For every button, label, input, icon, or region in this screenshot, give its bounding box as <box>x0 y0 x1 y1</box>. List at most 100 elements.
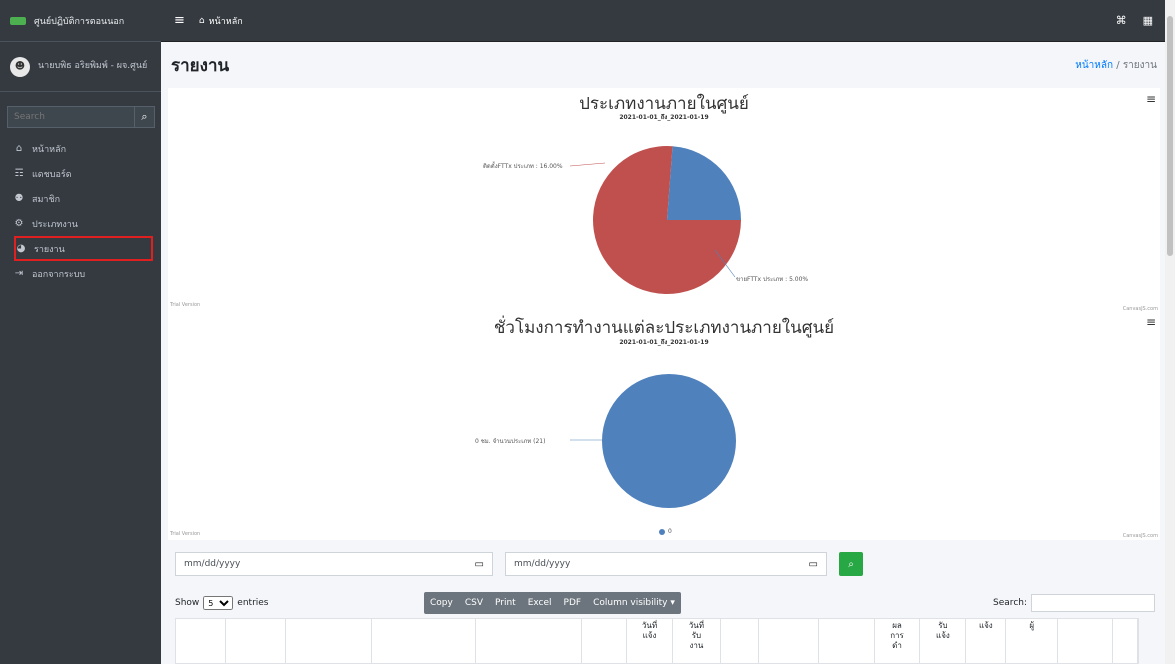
csv-button[interactable]: CSV <box>459 592 489 614</box>
calendar-icon[interactable]: ▭ <box>809 559 818 570</box>
table-header-cell[interactable] <box>476 619 583 663</box>
page-title: รายงาน <box>171 55 230 76</box>
show-label: Show <box>175 598 200 608</box>
pie-label: ติดตั้งFTTx ประเภท : 16.00% <box>483 163 563 170</box>
pie-chart <box>569 145 741 294</box>
credit-label[interactable]: CanvasJS.com <box>1123 533 1158 539</box>
pie-label: ขายFTTx ประเภท : 5.00% <box>736 276 809 283</box>
end-date-placeholder: mm/dd/yyyy <box>514 559 571 569</box>
pie-slice[interactable] <box>602 374 736 508</box>
trial-label: Trial Version <box>170 531 201 537</box>
search-icon: ⌕ <box>848 558 854 570</box>
data-table-header: วันที่ แจ้ง วันที่ รับ งาน ผล การ ดำ รับ แจ้ง แจ้ง… <box>175 618 1139 664</box>
search-label: Search: <box>993 598 1027 608</box>
sign-out-icon: ⇥ <box>14 268 24 279</box>
sidebar-item-label: รายงาน <box>34 244 65 255</box>
copy-button[interactable]: Copy <box>424 592 459 614</box>
table-header-cell[interactable]: รับ แจ้ง <box>920 619 967 663</box>
print-button[interactable]: Print <box>489 592 522 614</box>
pdf-button[interactable]: PDF <box>558 592 588 614</box>
table-header-cell[interactable]: แจ้ง <box>966 619 1007 663</box>
chart-area-icon: ☶ <box>14 168 24 179</box>
start-date-placeholder: mm/dd/yyyy <box>184 559 241 569</box>
sidebar-search-input[interactable] <box>8 107 134 127</box>
top-home-link[interactable]: ⌂ หน้าหลัก <box>199 14 243 28</box>
breadcrumb: หน้าหลัก / รายงาน <box>1075 58 1157 73</box>
table-header-cell[interactable] <box>226 619 286 663</box>
table-search: Search: <box>993 594 1155 612</box>
pie-slice[interactable] <box>667 146 741 220</box>
table-header-cell[interactable] <box>721 619 759 663</box>
sidebar-item-home[interactable]: ⌂ หน้าหลัก <box>0 136 161 161</box>
scrollbar[interactable] <box>1165 0 1175 664</box>
excel-button[interactable]: Excel <box>522 592 558 614</box>
brand-logo <box>10 16 26 25</box>
table-header-cell[interactable]: วันที่ แจ้ง <box>627 619 673 663</box>
brand[interactable]: ศูนย์ปฏิบัติการตอนนอก <box>0 0 161 42</box>
page-length-select[interactable]: 5 <box>203 596 234 610</box>
scroll-thumb[interactable] <box>1167 16 1173 256</box>
chart-card: ประเภทงานภายในศูนย์ 2021-01-01_ถึง_2021-… <box>168 88 1160 540</box>
table-header-cell[interactable] <box>286 619 372 663</box>
chart-work-hours: ชั่วโมงการทำงานแต่ละประเภทงานภายในศูนย์ … <box>168 310 1160 540</box>
sidebar-search: ⌕ <box>7 106 155 128</box>
search-icon[interactable]: ⌕ <box>134 107 154 127</box>
sidebar-item-label: ออกจากระบบ <box>32 269 86 280</box>
table-header-cell[interactable] <box>759 619 819 663</box>
chart-pie-icon: ◕ <box>16 243 26 254</box>
content-header: รายงาน หน้าหลัก / รายงาน <box>161 42 1165 88</box>
brand-name: ศูนย์ปฏิบัติการตอนนอก <box>34 16 125 27</box>
table-header-cell[interactable] <box>372 619 477 663</box>
table-header-cell[interactable]: ผู้ <box>1006 619 1059 663</box>
breadcrumb-current: รายงาน <box>1122 59 1157 71</box>
end-date-field[interactable]: mm/dd/yyyy ▭ <box>505 552 827 576</box>
pie-label: 0 ชม. จำนวนประเภท (21) <box>475 438 546 445</box>
cogs-icon: ⚙ <box>14 218 24 229</box>
calendar-icon[interactable]: ▭ <box>475 559 484 570</box>
chart-job-types: ประเภทงานภายในศูนย์ 2021-01-01_ถึง_2021-… <box>168 88 1160 312</box>
start-date-field[interactable]: mm/dd/yyyy ▭ <box>175 552 493 576</box>
user-panel[interactable]: ☻ นายบพิธ อริยพิมพ์ - ผจ.ศูนย์ <box>0 42 161 92</box>
sidebar-item-dashboard[interactable]: ☶ แดชบอร์ด <box>0 161 161 186</box>
column-visibility-button[interactable]: Column visibility ▾ <box>587 592 681 614</box>
sidebar-item-label: สมาชิก <box>32 194 61 205</box>
table-header-cell[interactable] <box>1058 619 1114 663</box>
sidebar: ศูนย์ปฏิบัติการตอนนอก ☻ นายบพิธ อริยพิมพ… <box>0 0 161 664</box>
top-navbar: ≡ ⌂ หน้าหลัก ⌘ ▦ <box>161 0 1175 42</box>
fullscreen-icon[interactable]: ⌘ <box>1116 14 1127 27</box>
avatar: ☻ <box>10 56 30 77</box>
export-buttons: Copy CSV Print Excel PDF Column visibili… <box>424 592 681 614</box>
breadcrumb-home[interactable]: หน้าหลัก <box>1075 60 1113 71</box>
entries-label: entries <box>237 598 269 608</box>
table-header-cell[interactable] <box>1113 619 1139 663</box>
sidebar-item-members[interactable]: ⚉ สมาชิก <box>0 186 161 211</box>
table-controls: Show 5 entries Copy CSV Print Excel PDF … <box>175 592 1155 614</box>
sidebar-item-label: หน้าหลัก <box>32 144 67 155</box>
top-home-label: หน้าหลัก <box>208 16 243 27</box>
table-header-cell[interactable]: ผล การ ดำ <box>875 619 921 663</box>
grid-icon[interactable]: ▦ <box>1143 14 1153 27</box>
page-length: Show 5 entries <box>175 596 269 610</box>
sidebar-item-job-types[interactable]: ⚙ ประเภทงาน <box>0 211 161 236</box>
sidebar-item-label: แดชบอร์ด <box>32 169 72 180</box>
menu-toggle-icon[interactable]: ≡ <box>174 13 185 28</box>
table-search-input[interactable] <box>1031 594 1155 612</box>
table-header-cell[interactable] <box>176 619 226 663</box>
sidebar-item-reports[interactable]: ◕ รายงาน <box>14 236 153 261</box>
table-header-cell[interactable]: วันที่ รับ งาน <box>673 619 721 663</box>
date-filters: mm/dd/yyyy ▭ mm/dd/yyyy ▭ ⌕ <box>175 552 863 576</box>
trial-label: Trial Version <box>170 302 201 308</box>
pie-chart <box>570 374 736 535</box>
filter-search-button[interactable]: ⌕ <box>839 552 863 576</box>
sidebar-item-logout[interactable]: ⇥ ออกจากระบบ <box>0 261 161 286</box>
sidebar-item-label: ประเภทงาน <box>32 219 78 230</box>
user-name[interactable]: นายบพิธ อริยพิมพ์ - ผจ.ศูนย์ <box>38 61 148 72</box>
legend-marker <box>659 529 665 535</box>
table-header-cell[interactable] <box>819 619 875 663</box>
table-header-cell[interactable] <box>582 619 628 663</box>
breadcrumb-separator: / <box>1116 59 1120 71</box>
home-icon: ⌂ <box>198 15 205 26</box>
home-icon: ⌂ <box>15 143 23 154</box>
legend-label[interactable]: 0 <box>668 528 672 535</box>
users-icon: ⚉ <box>14 193 24 204</box>
